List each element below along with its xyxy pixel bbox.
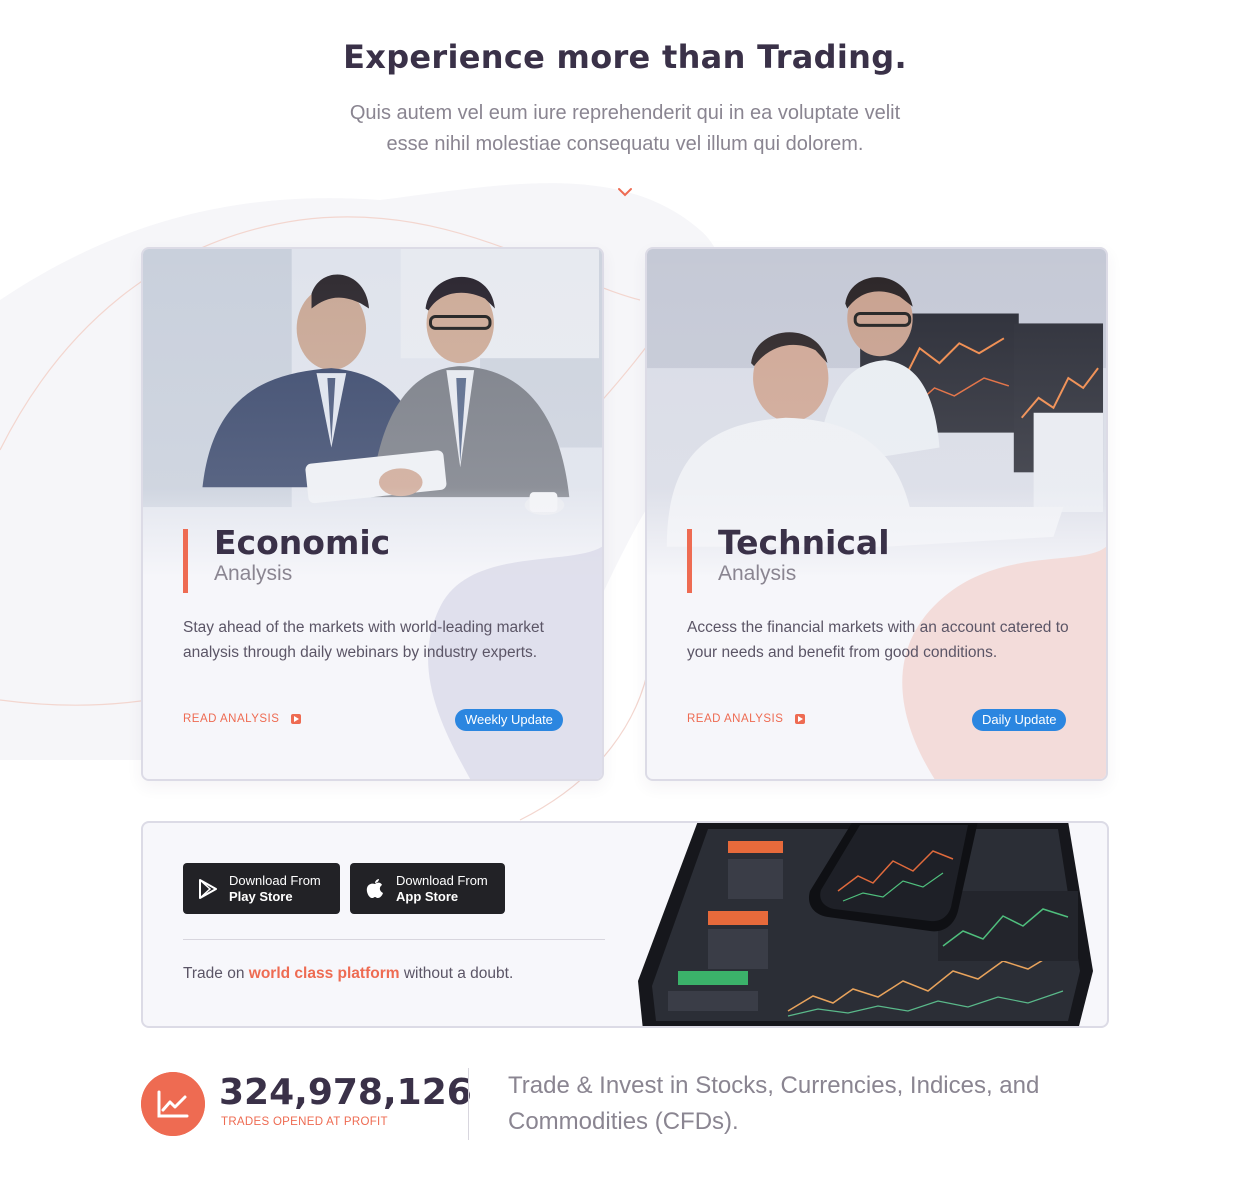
economic-analysis-card: Economic Analysis Stay ahead of the mark… xyxy=(141,247,604,781)
read-analysis-label: READ ANALYSIS xyxy=(183,713,280,725)
card-kicker: Analysis xyxy=(214,562,293,585)
play-store-line2: Play Store xyxy=(229,888,293,904)
card-heading: Technical Analysis xyxy=(687,525,890,593)
markets-description: Trade & Invest in Stocks, Currencies, In… xyxy=(508,1072,1040,1135)
trades-count-label: TRADES OPENED AT PROFIT xyxy=(221,1116,388,1128)
technical-analysis-card: Technical Analysis Access the financial … xyxy=(645,247,1108,781)
platform-tagline: Trade on world class platform without a … xyxy=(183,965,513,983)
apple-icon xyxy=(366,878,383,898)
chart-trend-icon xyxy=(141,1072,205,1136)
read-analysis-label: READ ANALYSIS xyxy=(687,713,784,725)
card-heading: Economic Analysis xyxy=(183,525,390,593)
world-class-platform-link[interactable]: world class platform xyxy=(249,965,400,982)
arrow-play-icon xyxy=(291,714,302,724)
card-description: Stay ahead of the markets with world-lea… xyxy=(183,619,544,661)
play-store-icon xyxy=(199,878,217,899)
app-download-panel: Download From Play Store Download From A… xyxy=(141,821,1109,1028)
trading-devices-image xyxy=(638,823,1093,1026)
card-title: Economic xyxy=(214,523,391,562)
update-frequency-badge: Daily Update xyxy=(972,709,1067,731)
hero-header: Experience more than Trading. Quis autem… xyxy=(0,38,1250,160)
card-description: Access the financial markets with an acc… xyxy=(687,619,1069,661)
page-subtitle: Quis autem vel eum iure reprehenderit qu… xyxy=(349,102,901,155)
panel-divider xyxy=(183,939,605,940)
traders-monitors-photo xyxy=(647,249,1106,779)
app-store-line2: App Store xyxy=(396,888,459,904)
tagline-prefix: Trade on xyxy=(183,965,249,982)
tagline-suffix: without a doubt. xyxy=(399,965,514,982)
card-title: Technical xyxy=(718,523,890,562)
play-store-button[interactable]: Download From Play Store xyxy=(183,863,340,914)
business-meeting-photo xyxy=(143,249,602,779)
stats-divider xyxy=(468,1068,469,1140)
app-store-button[interactable]: Download From App Store xyxy=(350,863,505,914)
chevron-down-icon[interactable] xyxy=(616,186,634,198)
arrow-play-icon xyxy=(795,714,806,724)
stats-row: 324,978,126 TRADES OPENED AT PROFIT Trad… xyxy=(141,1068,1109,1140)
card-kicker: Analysis xyxy=(718,562,797,585)
trades-count: 324,978,126 xyxy=(219,1072,472,1113)
play-store-line1: Download From xyxy=(229,872,321,888)
page-title: Experience more than Trading. xyxy=(343,38,907,76)
read-analysis-link[interactable]: READ ANALYSIS xyxy=(687,713,806,725)
app-store-line1: Download From xyxy=(396,872,488,888)
update-frequency-badge: Weekly Update xyxy=(455,709,563,731)
read-analysis-link[interactable]: READ ANALYSIS xyxy=(183,713,302,725)
